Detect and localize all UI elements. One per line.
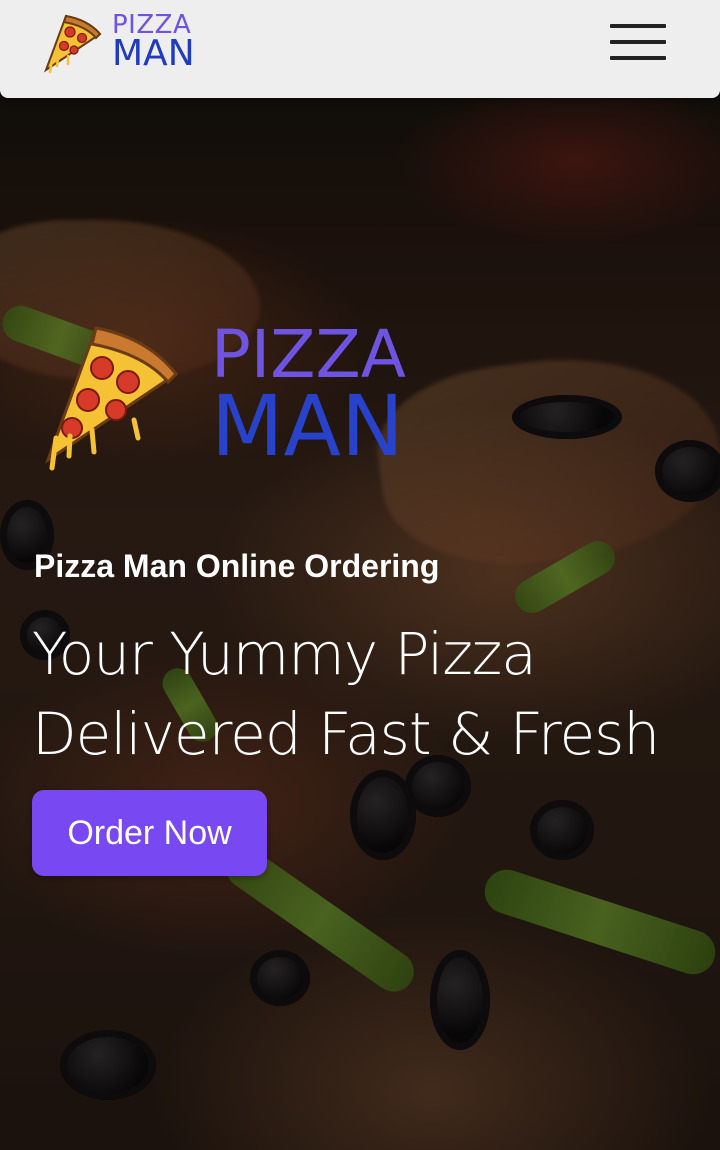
site-header: PIZZA MAN (0, 0, 720, 98)
hero-logo: PIZZA MAN (36, 318, 416, 478)
header-logo[interactable]: PIZZA MAN (40, 10, 200, 80)
header-logo-text: PIZZA MAN (112, 10, 195, 72)
hero-kicker: Pizza Man Online Ordering (34, 548, 440, 584)
pizza-slice-icon (45, 326, 179, 471)
hero-logo-text: PIZZA MAN (211, 318, 406, 475)
logo-word-man: MAN (112, 33, 195, 74)
hamburger-menu-icon[interactable] (610, 24, 668, 64)
hero-headline-line-1: Your Yummy Pizza (32, 620, 537, 688)
menu-bar (610, 40, 666, 44)
logo-word-man: MAN (211, 377, 404, 475)
pizza-slice-icon (43, 14, 102, 74)
order-now-button[interactable]: Order Now (32, 790, 267, 876)
hero-headline: Your Yummy Pizza Delivered Fast & Fresh (32, 614, 660, 774)
menu-bar (610, 24, 666, 28)
hero-headline-line-2: Delivered Fast & Fresh (32, 700, 660, 768)
menu-bar (610, 56, 666, 60)
